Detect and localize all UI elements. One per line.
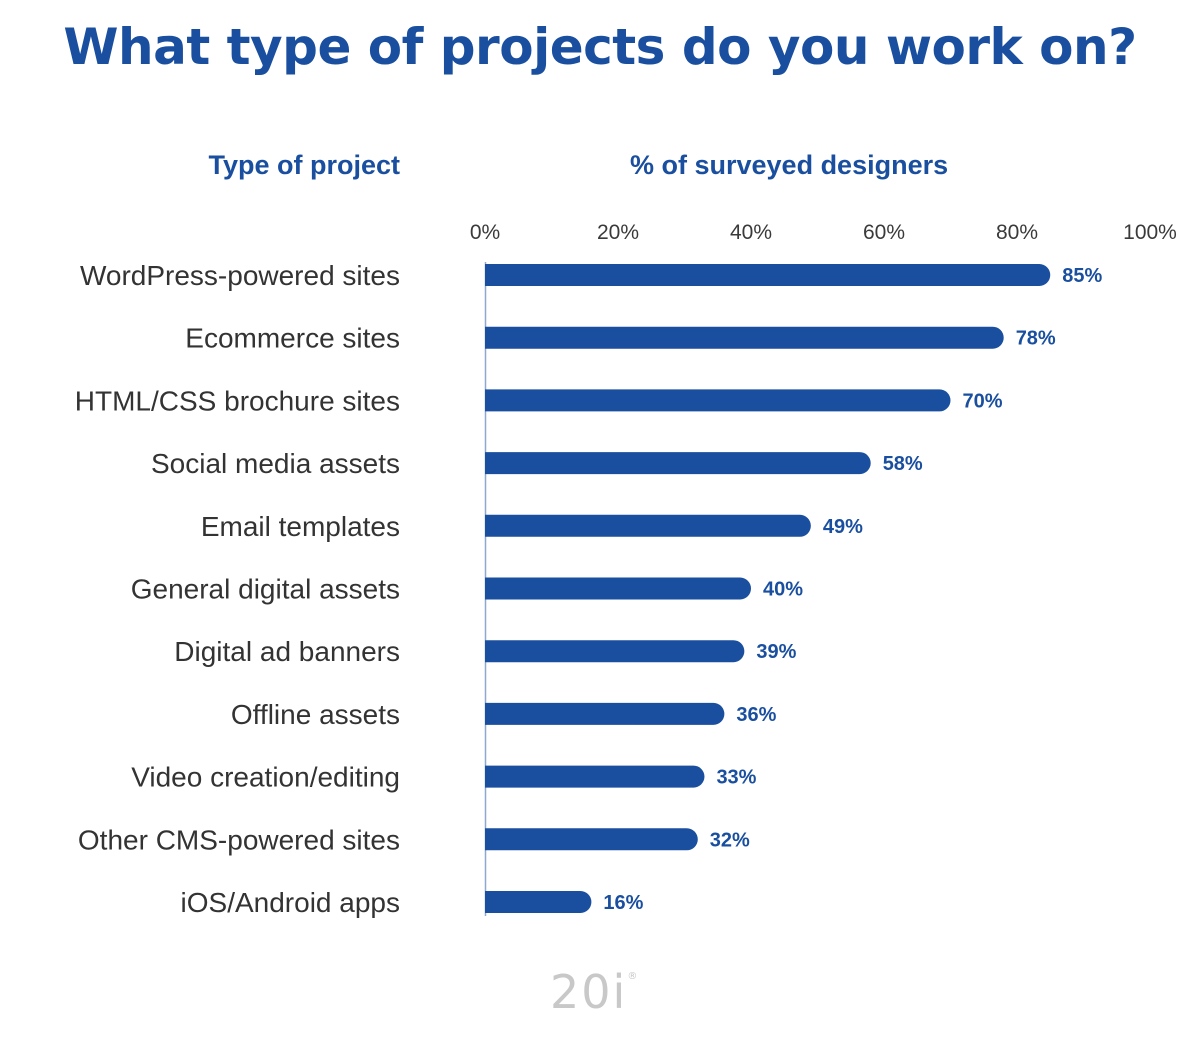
category-label: Social media assets bbox=[151, 448, 400, 479]
x-tick-label: 100% bbox=[1123, 221, 1177, 244]
category-label: WordPress-powered sites bbox=[80, 260, 400, 291]
bar bbox=[485, 452, 871, 475]
bar bbox=[485, 891, 592, 913]
bar bbox=[485, 326, 1004, 349]
bar-chart: 0% 20% 40% 60% 80% 100% WordPress-powered site… bbox=[75, 221, 1177, 918]
category-label: Offline assets bbox=[231, 699, 400, 730]
bar bbox=[485, 702, 725, 725]
value-label: 70% bbox=[963, 390, 1003, 412]
value-label: 36% bbox=[736, 704, 776, 726]
category-label: Digital ad banners bbox=[174, 636, 400, 667]
x-tick-label: 20% bbox=[597, 221, 639, 244]
bar bbox=[485, 514, 811, 537]
category-label: Video creation/editing bbox=[131, 762, 400, 793]
category-label: iOS/Android apps bbox=[181, 887, 400, 918]
bar bbox=[485, 640, 745, 663]
brand-logo: 20i® bbox=[550, 965, 639, 1019]
category-label: Other CMS-powered sites bbox=[78, 824, 400, 855]
value-label: 40% bbox=[763, 579, 803, 601]
value-label: 16% bbox=[603, 892, 643, 914]
category-label: Email templates bbox=[201, 511, 400, 542]
category-label: HTML/CSS brochure sites bbox=[75, 385, 400, 416]
value-label: 39% bbox=[756, 641, 796, 663]
x-tick-label: 40% bbox=[730, 221, 772, 244]
value-label: 58% bbox=[883, 453, 923, 475]
registered-mark: ® bbox=[627, 971, 640, 982]
category-label: Ecommerce sites bbox=[185, 323, 400, 354]
bar bbox=[485, 389, 951, 412]
bar bbox=[485, 828, 698, 851]
x-tick-label: 80% bbox=[996, 221, 1038, 244]
bar bbox=[485, 577, 751, 600]
x-tick-label: 60% bbox=[863, 221, 905, 244]
value-label: 32% bbox=[710, 829, 750, 851]
category-label: General digital assets bbox=[131, 574, 400, 605]
bar bbox=[485, 264, 1051, 286]
value-label: 85% bbox=[1062, 265, 1102, 287]
logo-text: 20i bbox=[550, 965, 628, 1019]
value-label: 33% bbox=[716, 767, 756, 789]
value-label: 78% bbox=[1016, 328, 1056, 350]
bar bbox=[485, 765, 705, 788]
x-tick-label: 0% bbox=[470, 221, 500, 244]
value-label: 49% bbox=[823, 516, 863, 538]
